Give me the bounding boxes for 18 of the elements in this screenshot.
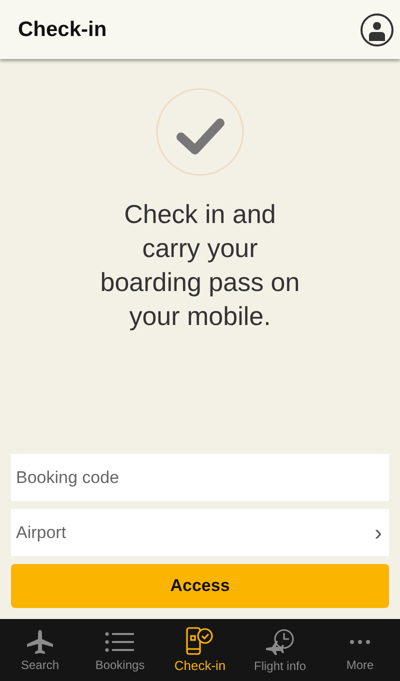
- airport-placeholder: Airport: [16, 522, 66, 542]
- airplane-icon: [25, 628, 55, 654]
- airport-field[interactable]: Airport ›: [11, 509, 389, 556]
- nav-tab[interactable]: Bookings: [80, 619, 160, 681]
- phone-check-icon: [185, 627, 215, 655]
- chevron-icon: ›: [374, 520, 384, 546]
- check-in-message: Check in and carry your boarding pass on your mobile.: [99, 198, 301, 333]
- more-icon: [350, 640, 370, 644]
- nav-tab[interactable]: More: [320, 619, 400, 681]
- booking-code-field[interactable]: Booking code: [11, 454, 389, 501]
- access-button[interactable]: Access: [11, 564, 389, 608]
- checkmark-icon: [155, 87, 245, 177]
- screen-title: Check-in: [18, 18, 107, 42]
- nav-tab[interactable]: Search: [0, 619, 80, 681]
- nav-tab[interactable]: Check-in: [160, 619, 240, 681]
- nav-tab[interactable]: Flight info: [240, 619, 320, 681]
- plane-clock-icon: [264, 628, 296, 656]
- profile-icon[interactable]: [360, 12, 394, 46]
